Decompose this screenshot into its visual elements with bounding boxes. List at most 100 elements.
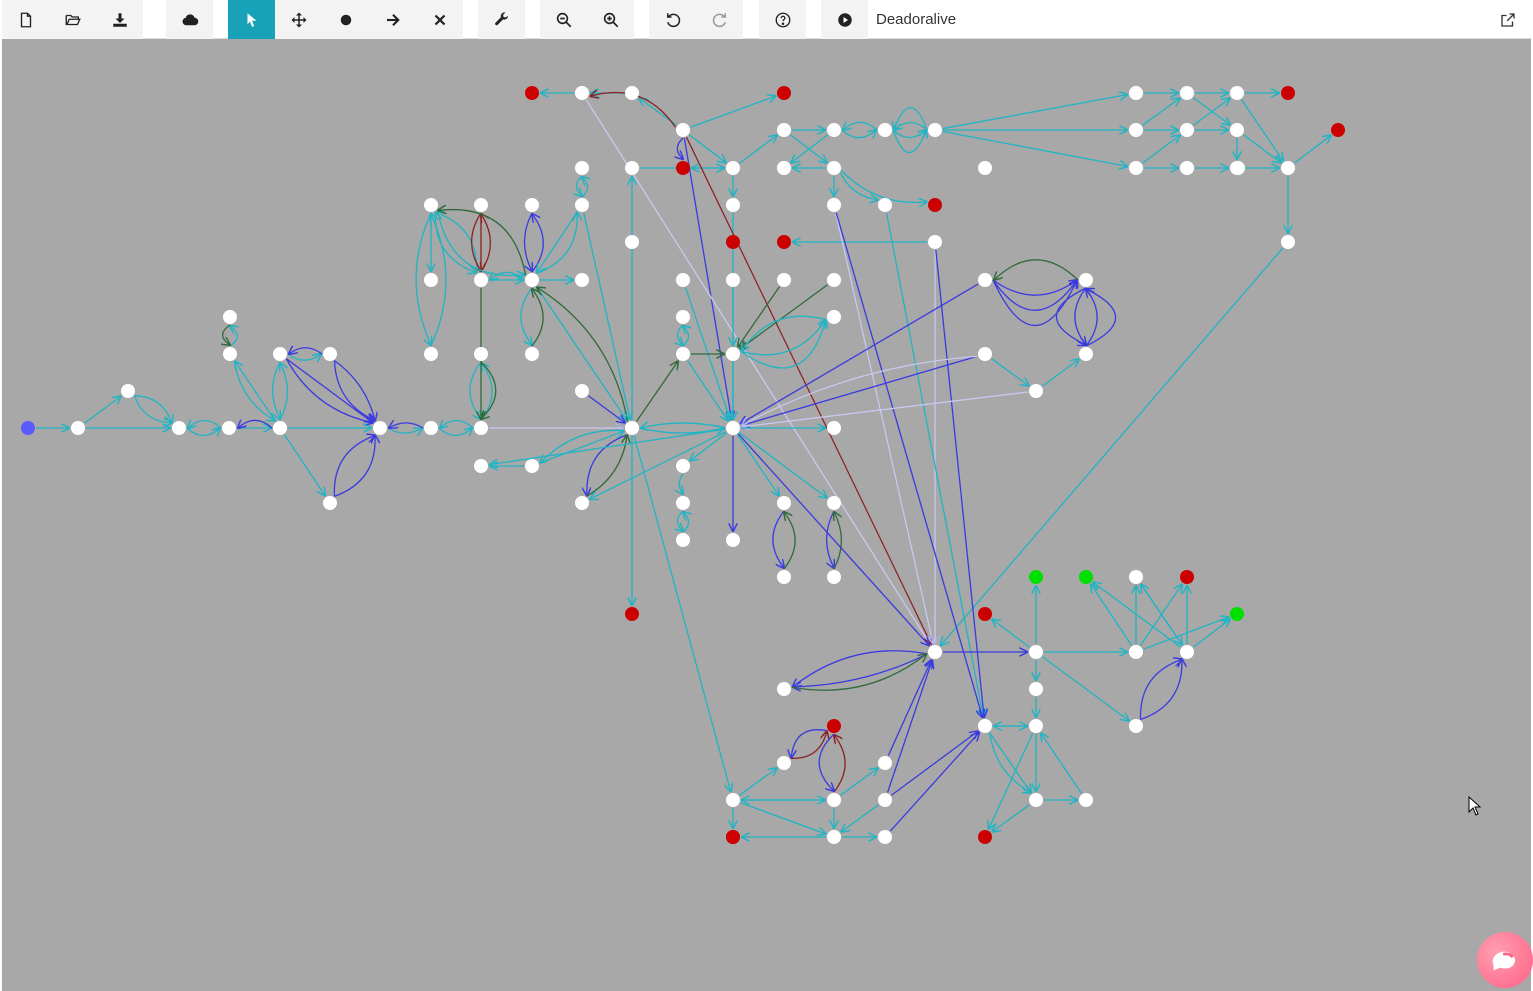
transition-edge[interactable] bbox=[389, 423, 424, 428]
state-node[interactable] bbox=[827, 570, 841, 584]
state-node[interactable] bbox=[373, 421, 387, 435]
transition-edge[interactable] bbox=[992, 619, 1030, 648]
transition-edge[interactable] bbox=[772, 510, 784, 568]
transition-edge[interactable] bbox=[289, 348, 323, 354]
state-node[interactable] bbox=[625, 235, 639, 249]
state-node[interactable] bbox=[1281, 161, 1295, 175]
state-node[interactable] bbox=[474, 198, 488, 212]
start-state-node[interactable] bbox=[21, 421, 35, 435]
state-node[interactable] bbox=[1079, 273, 1093, 287]
state-node[interactable] bbox=[625, 161, 639, 175]
state-node[interactable] bbox=[1029, 719, 1043, 733]
transition-edge[interactable] bbox=[1093, 582, 1181, 648]
state-node[interactable] bbox=[726, 198, 740, 212]
transition-edge[interactable] bbox=[387, 428, 422, 433]
dead-state-node[interactable] bbox=[726, 830, 740, 844]
transition-edge[interactable] bbox=[740, 802, 826, 834]
add-state-tool-button[interactable] bbox=[322, 0, 369, 39]
graph-svg[interactable] bbox=[2, 39, 1531, 991]
state-node[interactable] bbox=[928, 123, 942, 137]
dead-state-node[interactable] bbox=[1331, 123, 1345, 137]
transition-edge[interactable] bbox=[520, 287, 532, 345]
transition-edge[interactable] bbox=[793, 653, 928, 687]
state-node[interactable] bbox=[1079, 347, 1093, 361]
dead-state-node[interactable] bbox=[676, 161, 690, 175]
transition-edge[interactable] bbox=[532, 214, 544, 273]
state-node[interactable] bbox=[525, 459, 539, 473]
transition-edge[interactable] bbox=[280, 363, 289, 421]
transition-edge[interactable] bbox=[490, 272, 525, 280]
transition-edge[interactable] bbox=[894, 123, 928, 131]
state-node[interactable] bbox=[726, 161, 740, 175]
transition-edge[interactable] bbox=[679, 473, 683, 494]
state-node[interactable] bbox=[1029, 384, 1043, 398]
transition-edge[interactable] bbox=[677, 137, 683, 159]
state-node[interactable] bbox=[676, 459, 690, 473]
transition-edge[interactable] bbox=[333, 435, 375, 497]
state-node[interactable] bbox=[777, 123, 791, 137]
transition-edge[interactable] bbox=[469, 361, 481, 419]
state-node[interactable] bbox=[223, 310, 237, 324]
alive-state-node[interactable] bbox=[1079, 570, 1093, 584]
state-node[interactable] bbox=[1129, 123, 1143, 137]
transition-edge[interactable] bbox=[841, 804, 879, 832]
state-node[interactable] bbox=[726, 421, 740, 435]
state-node[interactable] bbox=[1281, 235, 1295, 249]
state-node[interactable] bbox=[827, 273, 841, 287]
transition-edge[interactable] bbox=[582, 177, 588, 198]
transition-edge[interactable] bbox=[639, 428, 724, 433]
state-node[interactable] bbox=[121, 384, 135, 398]
transition-edge[interactable] bbox=[994, 259, 1079, 280]
transition-edge[interactable] bbox=[677, 510, 683, 531]
transition-edge[interactable] bbox=[886, 661, 933, 793]
transition-edge[interactable] bbox=[784, 512, 796, 570]
transition-edge[interactable] bbox=[235, 361, 277, 422]
state-node[interactable] bbox=[625, 421, 639, 435]
dead-state-node[interactable] bbox=[726, 235, 740, 249]
transition-edge[interactable] bbox=[818, 733, 834, 791]
state-node[interactable] bbox=[827, 421, 841, 435]
state-node[interactable] bbox=[777, 161, 791, 175]
transition-edge[interactable] bbox=[471, 212, 481, 271]
open-file-button[interactable] bbox=[49, 0, 96, 39]
state-node[interactable] bbox=[777, 273, 791, 287]
transition-edge[interactable] bbox=[440, 421, 474, 429]
state-node[interactable] bbox=[676, 310, 690, 324]
transition-edge[interactable] bbox=[841, 130, 876, 138]
transition-edge[interactable] bbox=[186, 428, 220, 436]
state-node[interactable] bbox=[676, 123, 690, 137]
state-node[interactable] bbox=[928, 235, 942, 249]
state-node[interactable] bbox=[827, 198, 841, 212]
dead-state-node[interactable] bbox=[978, 830, 992, 844]
state-node[interactable] bbox=[726, 273, 740, 287]
state-node[interactable] bbox=[172, 421, 186, 435]
dead-state-node[interactable] bbox=[827, 719, 841, 733]
transition-edge[interactable] bbox=[287, 354, 321, 360]
state-node[interactable] bbox=[424, 421, 438, 435]
state-node[interactable] bbox=[474, 347, 488, 361]
transition-edge[interactable] bbox=[481, 214, 491, 273]
state-node[interactable] bbox=[575, 86, 589, 100]
dead-state-node[interactable] bbox=[525, 86, 539, 100]
transition-edge[interactable] bbox=[481, 363, 493, 421]
transition-edge[interactable] bbox=[688, 134, 725, 163]
state-node[interactable] bbox=[777, 682, 791, 696]
state-node[interactable] bbox=[827, 496, 841, 510]
state-node[interactable] bbox=[575, 496, 589, 510]
external-link-button[interactable] bbox=[1488, 0, 1527, 39]
help-button[interactable] bbox=[759, 0, 806, 39]
transition-edge[interactable] bbox=[737, 433, 929, 645]
state-node[interactable] bbox=[1029, 645, 1043, 659]
state-node[interactable] bbox=[978, 273, 992, 287]
state-node[interactable] bbox=[676, 273, 690, 287]
transition-edge[interactable] bbox=[1074, 287, 1086, 345]
transition-edge[interactable] bbox=[1293, 135, 1330, 164]
transition-edge[interactable] bbox=[791, 654, 926, 691]
transition-edge[interactable] bbox=[834, 735, 846, 793]
transition-edge[interactable] bbox=[590, 430, 727, 499]
state-node[interactable] bbox=[827, 310, 841, 324]
transition-edge[interactable] bbox=[686, 360, 727, 421]
alive-state-node[interactable] bbox=[1230, 607, 1244, 621]
transition-edge[interactable] bbox=[677, 324, 683, 345]
state-node[interactable] bbox=[424, 347, 438, 361]
